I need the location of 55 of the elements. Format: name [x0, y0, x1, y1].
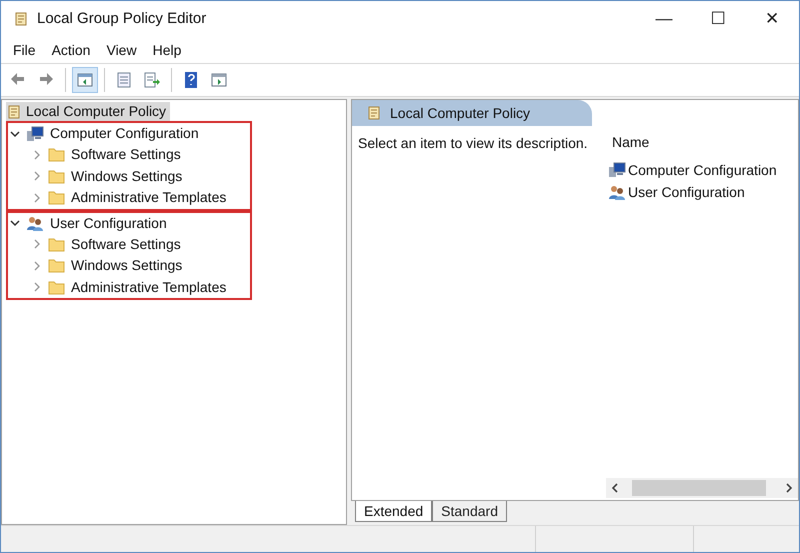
toolbar-button[interactable]: [72, 67, 98, 93]
close-button[interactable]: ✕: [745, 2, 799, 36]
pane-icon: [76, 71, 94, 89]
scroll-thumb[interactable]: [632, 480, 766, 496]
folder-icon: [48, 236, 65, 252]
list-icon: [115, 71, 133, 89]
tree-item[interactable]: Windows Settings: [8, 166, 250, 187]
chevron-right-icon[interactable]: [32, 192, 42, 203]
computer-icon: [608, 162, 626, 178]
folder-icon: [48, 147, 65, 162]
description-text: Select an item to view its description.: [358, 135, 588, 151]
chevron-down-icon[interactable]: [10, 128, 20, 138]
computer-icon: [26, 126, 44, 142]
scroll-left-icon[interactable]: [611, 483, 619, 493]
scroll-right-icon[interactable]: [785, 483, 793, 493]
chevron-right-icon[interactable]: [32, 260, 42, 271]
maximize-button[interactable]: ☐: [691, 2, 745, 36]
users-icon: [608, 184, 626, 200]
tree-item[interactable]: Administrative Templates: [8, 276, 250, 298]
help-icon: [182, 71, 200, 89]
folder-icon: [48, 168, 65, 184]
pane-icon: [210, 71, 228, 89]
folder-icon: [48, 190, 65, 206]
folder-icon: [48, 258, 65, 274]
tree-item[interactable]: Software Settings: [8, 234, 250, 255]
menu-item[interactable]: Help: [144, 40, 190, 60]
tree-item[interactable]: Windows Settings: [8, 255, 250, 276]
chevron-right-icon[interactable]: [32, 171, 42, 182]
menu-item[interactable]: File: [5, 40, 44, 60]
horizontal-scrollbar[interactable]: [606, 478, 798, 498]
tree-item[interactable]: Computer Configuration: [8, 123, 250, 144]
tree-item[interactable]: Administrative Templates: [8, 187, 250, 208]
minimize-button[interactable]: —: [637, 2, 691, 36]
users-icon: [26, 215, 44, 231]
chevron-right-icon[interactable]: [32, 239, 42, 250]
view-tab[interactable]: Standard: [432, 501, 507, 522]
scroll-icon: [13, 11, 29, 27]
scroll-icon: [366, 105, 382, 121]
chevron-right-icon[interactable]: [32, 150, 42, 160]
chevron-down-icon[interactable]: [10, 218, 20, 228]
window-title: Local Group Policy Editor: [37, 8, 206, 29]
chevron-right-icon[interactable]: [32, 282, 42, 292]
column-header[interactable]: Name: [606, 132, 650, 153]
list-item[interactable]: User Configuration: [606, 181, 798, 203]
menu-item[interactable]: View: [98, 40, 145, 60]
tree-item[interactable]: Local Computer Policy: [6, 102, 170, 121]
tree-item[interactable]: Software Settings: [8, 144, 250, 166]
export-icon: [143, 71, 161, 89]
view-tab[interactable]: Extended: [355, 501, 432, 522]
folder-icon: [48, 280, 65, 295]
details-header: Local Computer Policy: [352, 100, 592, 126]
menu-item[interactable]: Action: [44, 40, 98, 60]
tree-item[interactable]: User Configuration: [8, 212, 250, 234]
scroll-icon: [6, 104, 22, 120]
list-item[interactable]: Computer Configuration: [606, 159, 798, 181]
